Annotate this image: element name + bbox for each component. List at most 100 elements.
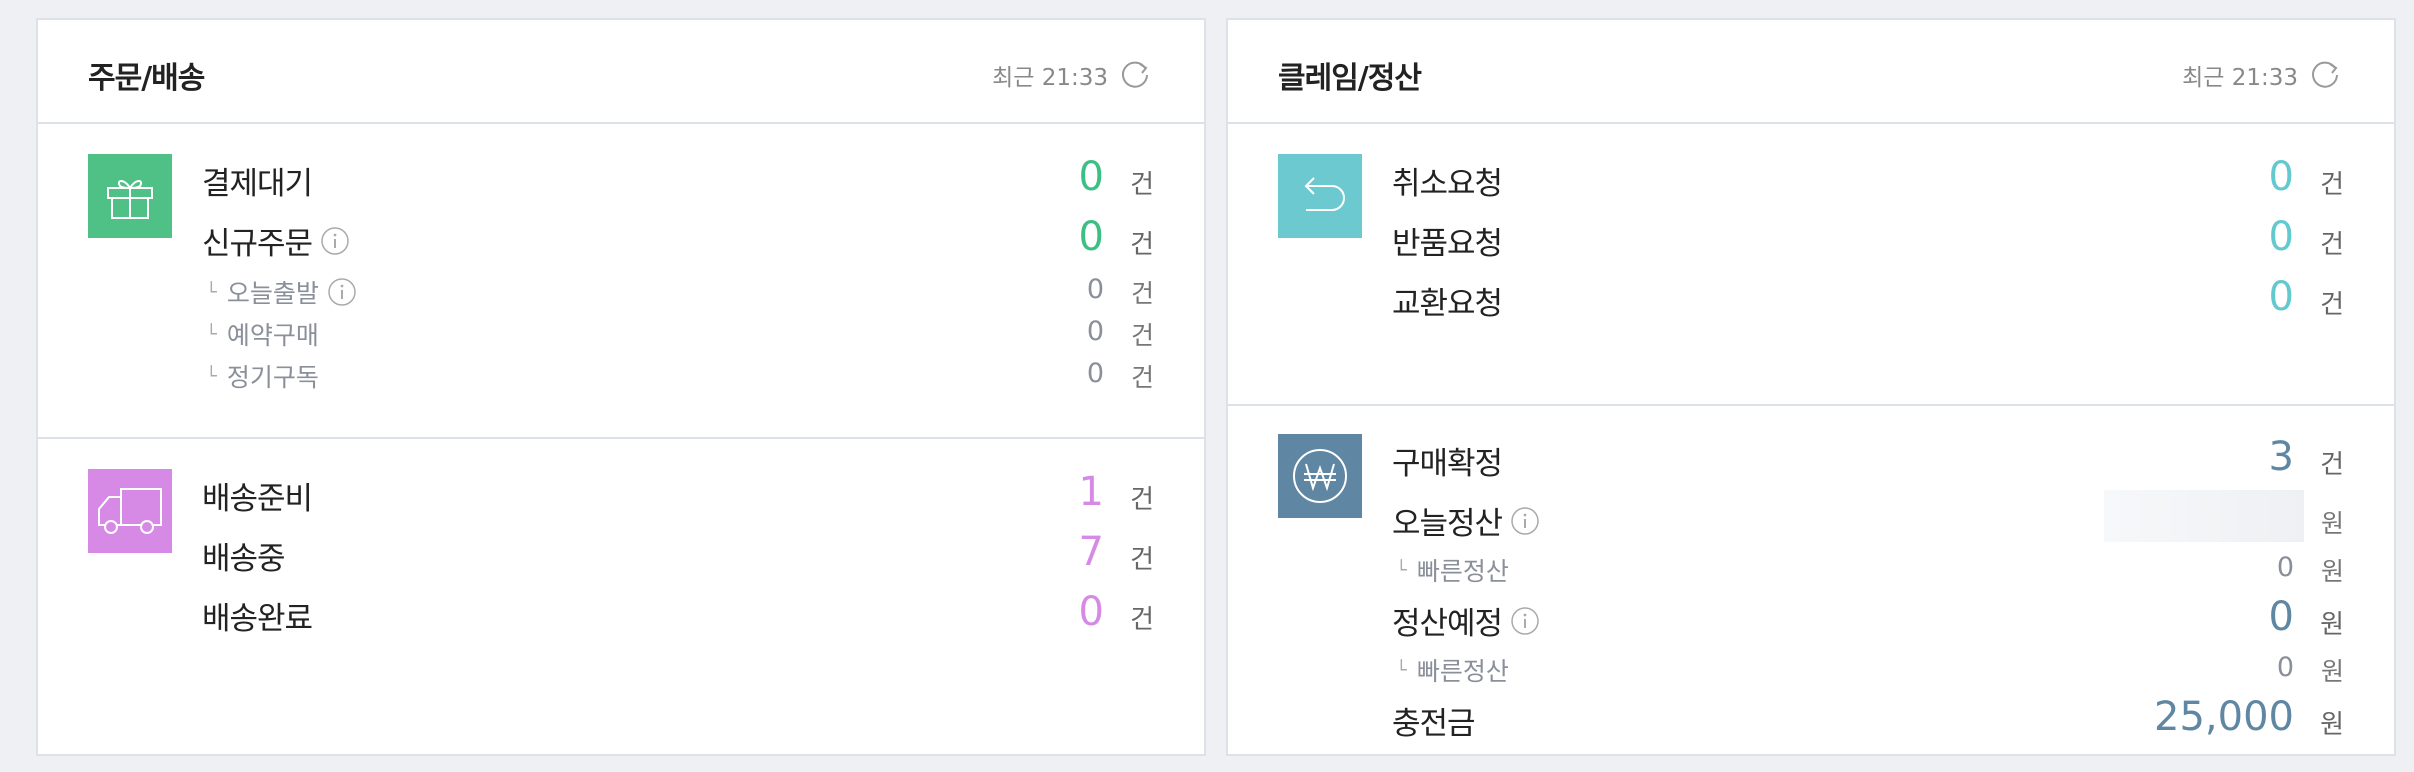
list-item[interactable]: 배송완료 0 건 [202, 589, 1154, 637]
list-item[interactable]: 구매확정 3 건 [1392, 434, 2344, 482]
row-label: 오늘정산 [1392, 498, 1540, 543]
row-unit: 건 [2320, 170, 2344, 200]
info-icon[interactable] [1510, 506, 1540, 536]
row-value[interactable]: 1 [1079, 469, 1104, 515]
shipping-section: 배송준비 1 건 배송중 7 건 배송완료 0 건 [38, 437, 1204, 756]
truck-icon [88, 469, 172, 553]
info-icon[interactable] [1510, 606, 1540, 636]
orders-panel-title: 주문/배송 [88, 61, 205, 96]
orders-updated-time: 최근 21:33 [992, 65, 1108, 91]
row-sublabel-text: 빠른정산 [1416, 557, 1509, 586]
row-unit: 건 [1130, 170, 1154, 200]
row-value[interactable]: 0 [1079, 589, 1104, 635]
row-value[interactable]: 7 [1079, 529, 1104, 575]
list-item[interactable]: └ 빠른정산 0 원 [1392, 652, 2344, 686]
info-icon[interactable] [320, 226, 350, 256]
row-unit: 건 [1130, 321, 1154, 350]
claims-panel-title: 클레임/정산 [1278, 61, 1422, 96]
row-label: 구매확정 [1392, 446, 1503, 482]
row-value[interactable]: 0 [2269, 154, 2294, 200]
row-value[interactable]: 25,000 [2154, 694, 2294, 740]
claims-updated: 최근 21:33 [2182, 58, 2342, 92]
row-label: 반품요청 [1392, 226, 1503, 262]
claims-panel-header: 클레임/정산 최근 21:33 [1228, 20, 2394, 124]
list-item[interactable]: └ 예약구매 0 건 [202, 316, 1154, 350]
row-sublabel: └ 예약구매 [202, 316, 319, 352]
row-value[interactable]: 0 [2269, 594, 2294, 640]
row-value[interactable]: 0 [1079, 154, 1104, 200]
row-unit: 건 [1130, 363, 1154, 392]
row-unit: 건 [2320, 290, 2344, 320]
row-value[interactable]: 0 [2277, 552, 2294, 583]
settlement-section: 구매확정 3 건 오늘정산 원 └ 빠른정산 0 원 정산예정 0 원 └ 빠른… [1228, 404, 2394, 756]
requests-section: 취소요청 0 건 반품요청 0 건 교환요청 0 건 [1228, 124, 2394, 404]
row-value[interactable]: 0 [1087, 274, 1104, 305]
row-sublabel: └ 빠른정산 [1392, 552, 1509, 588]
row-unit: 건 [1130, 605, 1154, 635]
refresh-icon[interactable] [2308, 58, 2342, 92]
row-value[interactable]: 0 [1087, 316, 1104, 347]
row-label: 교환요청 [1392, 286, 1503, 322]
row-label: 배송준비 [202, 481, 313, 517]
row-unit: 원 [2320, 710, 2344, 740]
corner-icon: └ [206, 323, 217, 345]
row-sublabel-text: 빠른정산 [1416, 657, 1509, 686]
won-icon [1278, 434, 1362, 518]
row-sublabel-text: 정기구독 [226, 363, 319, 392]
corner-icon: └ [206, 365, 217, 387]
row-label-text: 신규주문 [202, 226, 313, 262]
orders-panel-header: 주문/배송 최근 21:33 [38, 20, 1204, 124]
list-item[interactable]: └ 오늘출발 0 건 [202, 274, 1154, 308]
masked-value [2104, 490, 2304, 542]
list-item[interactable]: 배송중 7 건 [202, 529, 1154, 577]
row-sublabel-text: 예약구매 [226, 321, 319, 350]
list-item[interactable]: 오늘정산 원 [1392, 490, 2344, 543]
row-label: 정산예정 [1392, 598, 1540, 643]
list-item[interactable]: 결제대기 0 건 [202, 154, 1154, 202]
return-arrow-icon [1278, 154, 1362, 238]
list-item[interactable]: 반품요청 0 건 [1392, 214, 2344, 262]
row-label: 신규주문 [202, 218, 350, 263]
list-item[interactable]: 배송준비 1 건 [202, 469, 1154, 517]
corner-icon: └ [1396, 659, 1407, 681]
row-label-text: 정산예정 [1392, 606, 1503, 642]
orders-panel: 주문/배송 최근 21:33 결제대기 0 건 신규주문 0 건 └ 오늘출발 … [36, 18, 1206, 756]
row-unit: 건 [1130, 485, 1154, 515]
row-label: 결제대기 [202, 166, 313, 202]
gift-icon [88, 154, 172, 238]
row-label-text: 오늘정산 [1392, 506, 1503, 542]
row-label: 취소요청 [1392, 166, 1503, 202]
row-value[interactable]: 3 [2269, 434, 2294, 480]
list-item[interactable]: 충전금 25,000 원 [1392, 694, 2344, 742]
row-unit: 건 [1130, 230, 1154, 260]
row-value[interactable]: 0 [1079, 214, 1104, 260]
row-sublabel: └ 빠른정산 [1392, 652, 1509, 688]
row-unit: 건 [1130, 279, 1154, 308]
list-item[interactable]: └ 빠른정산 0 원 [1392, 552, 2344, 586]
row-unit: 건 [2320, 450, 2344, 480]
row-unit: 원 [2320, 509, 2344, 538]
row-value[interactable]: 0 [1087, 358, 1104, 389]
row-unit: 건 [2320, 230, 2344, 260]
list-item[interactable]: 교환요청 0 건 [1392, 274, 2344, 322]
row-unit: 원 [2320, 657, 2344, 686]
refresh-icon[interactable] [1118, 58, 1152, 92]
claims-panel: 클레임/정산 최근 21:33 취소요청 0 건 반품요청 0 건 교환요청 0… [1226, 18, 2396, 756]
row-value[interactable]: 0 [2269, 214, 2294, 260]
row-value[interactable]: 0 [2277, 652, 2294, 683]
row-value[interactable]: 0 [2269, 274, 2294, 320]
corner-icon: └ [206, 281, 217, 303]
list-item[interactable]: 취소요청 0 건 [1392, 154, 2344, 202]
row-label: 배송중 [202, 541, 286, 577]
list-item[interactable]: 신규주문 0 건 [202, 214, 1154, 263]
list-item[interactable]: 정산예정 0 원 [1392, 594, 2344, 643]
row-unit: 원 [2320, 557, 2344, 586]
orders-updated: 최근 21:33 [992, 58, 1152, 92]
list-item[interactable]: └ 정기구독 0 건 [202, 358, 1154, 392]
row-sublabel-text: 오늘출발 [226, 279, 319, 308]
row-label: 배송완료 [202, 601, 313, 637]
row-label: 충전금 [1392, 706, 1476, 742]
row-unit: 원 [2320, 610, 2344, 640]
info-icon[interactable] [327, 277, 357, 307]
row-sublabel: └ 오늘출발 [202, 274, 357, 310]
